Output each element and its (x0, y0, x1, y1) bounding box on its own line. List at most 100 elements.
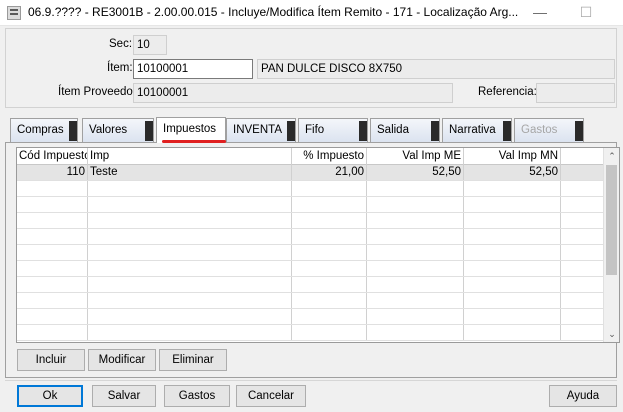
scroll-down-icon[interactable]: ⌄ (604, 326, 619, 342)
tab-divider (359, 121, 367, 141)
empty-cell (292, 325, 367, 340)
empty-cell (367, 213, 464, 228)
col-val-imp-me[interactable]: Val Imp ME (367, 148, 464, 165)
table-row-empty[interactable] (17, 245, 605, 261)
col-imp[interactable]: Imp (88, 148, 292, 165)
salvar-button[interactable]: Salvar (92, 385, 156, 407)
scroll-thumb[interactable] (606, 165, 617, 275)
impuestos-table[interactable]: Cód Impuesto Imp % Impuesto Val Imp ME V… (16, 147, 620, 343)
sec-label: Sec: (109, 38, 133, 50)
empty-cell (464, 261, 561, 276)
tab-salida[interactable]: Salida (370, 118, 440, 142)
empty-cell (17, 181, 88, 196)
app-icon (7, 6, 21, 20)
empty-cell (464, 229, 561, 244)
tab-divider (431, 121, 439, 141)
proveedor-label: Ítem Proveedor: (58, 86, 140, 98)
empty-cell (464, 213, 561, 228)
tab-label: INVENTA (233, 124, 282, 136)
tab-divider (575, 121, 583, 141)
ok-button[interactable]: Ok (17, 385, 83, 407)
empty-cell (88, 325, 292, 340)
table-row-empty[interactable] (17, 309, 605, 325)
empty-cell (17, 245, 88, 260)
col-cod-impuesto[interactable]: Cód Impuesto (17, 148, 88, 165)
cell-val-imp-me: 52,50 (367, 165, 464, 180)
tab-label: Valores (89, 124, 128, 136)
empty-cell (292, 261, 367, 276)
empty-cell (292, 197, 367, 212)
cell-imp: Teste (88, 165, 292, 180)
item-description: PAN DULCE DISCO 8X750 (257, 59, 615, 79)
cell-cod-impuesto: 110 (17, 165, 88, 180)
empty-cell (88, 245, 292, 260)
eliminar-button[interactable]: Eliminar (159, 349, 227, 371)
empty-cell (88, 293, 292, 308)
empty-cell (88, 229, 292, 244)
tab-narrativa[interactable]: Narrativa (442, 118, 512, 142)
table-row[interactable]: 110 Teste 21,00 52,50 52,50 (17, 165, 605, 181)
empty-cell (292, 309, 367, 324)
table-row-empty[interactable] (17, 229, 605, 245)
empty-cell (17, 261, 88, 276)
empty-cell (367, 229, 464, 244)
table-row-empty[interactable] (17, 277, 605, 293)
empty-cell (464, 293, 561, 308)
empty-cell (292, 213, 367, 228)
empty-cell (367, 245, 464, 260)
table-header: Cód Impuesto Imp % Impuesto Val Imp ME V… (17, 148, 605, 165)
cancelar-button[interactable]: Cancelar (236, 385, 306, 407)
empty-cell (17, 325, 88, 340)
tab-label: Fifo (305, 124, 325, 136)
tab-divider (69, 121, 77, 141)
incluir-button[interactable]: Incluir (17, 349, 85, 371)
col-pct-impuesto[interactable]: % Impuesto (292, 148, 367, 165)
empty-cell (367, 309, 464, 324)
sec-field: 10 (133, 35, 167, 55)
table-row-empty[interactable] (17, 197, 605, 213)
empty-cell (367, 277, 464, 292)
vertical-scrollbar[interactable]: ⌃ ⌄ (603, 148, 619, 342)
empty-cell (17, 229, 88, 244)
empty-cell (17, 293, 88, 308)
table-row-empty[interactable] (17, 293, 605, 309)
empty-cell (88, 309, 292, 324)
header-panel: Sec: 10 Ítem: 10100001 PAN DULCE DISCO 8… (5, 28, 617, 108)
item-input[interactable]: 10100001 (133, 59, 253, 79)
referencia-field (536, 83, 615, 103)
gastos-button[interactable]: Gastos (164, 385, 230, 407)
empty-cell (292, 245, 367, 260)
empty-cell (367, 197, 464, 212)
empty-cell (367, 261, 464, 276)
maximize-button[interactable]: ☐ (563, 0, 609, 26)
tab-valores[interactable]: Valores (82, 118, 154, 142)
scroll-up-icon[interactable]: ⌃ (604, 148, 619, 164)
tab-gastos: Gastos (514, 118, 584, 142)
tab-label: Salida (377, 124, 409, 136)
tab-compras[interactable]: Compras (10, 118, 78, 142)
empty-cell (292, 229, 367, 244)
table-row-empty[interactable] (17, 325, 605, 341)
empty-cell (88, 197, 292, 212)
ayuda-button[interactable]: Ayuda (549, 385, 617, 407)
empty-cell (17, 309, 88, 324)
empty-cell (464, 309, 561, 324)
modificar-button[interactable]: Modificar (88, 349, 156, 371)
empty-cell (367, 181, 464, 196)
empty-cell (17, 277, 88, 292)
tab-inventa[interactable]: INVENTA (226, 118, 296, 142)
tab-divider (503, 121, 511, 141)
tab-divider (287, 121, 295, 141)
table-row-empty[interactable] (17, 261, 605, 277)
empty-cell (292, 277, 367, 292)
empty-cell (464, 197, 561, 212)
empty-cell (367, 325, 464, 340)
col-val-imp-mn[interactable]: Val Imp MN (464, 148, 561, 165)
table-row-empty[interactable] (17, 181, 605, 197)
tab-label: Compras (17, 124, 64, 136)
table-row-empty[interactable] (17, 213, 605, 229)
minimize-button[interactable]: — (517, 0, 563, 26)
empty-cell (17, 213, 88, 228)
tab-fifo[interactable]: Fifo (298, 118, 368, 142)
active-tab-marker (162, 140, 226, 143)
